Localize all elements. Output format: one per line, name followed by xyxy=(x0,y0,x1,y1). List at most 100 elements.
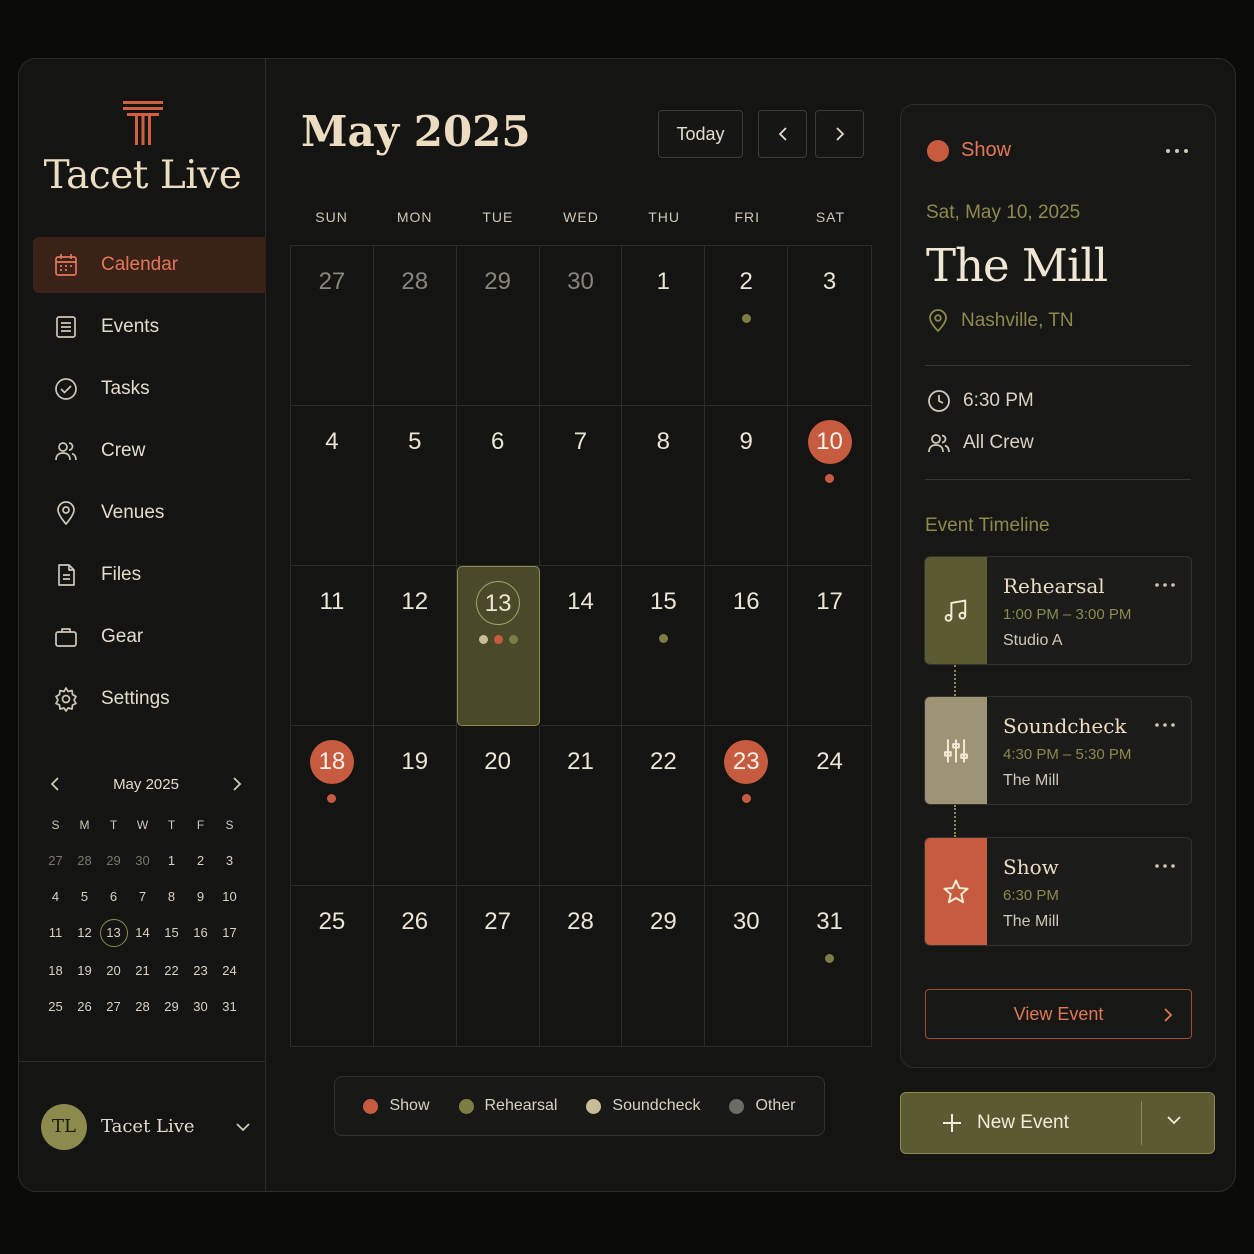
day-cell[interactable]: 8 xyxy=(622,406,706,566)
sidebar-item-settings[interactable]: Settings xyxy=(33,671,266,727)
mini-day[interactable]: 1 xyxy=(157,849,186,873)
mini-day[interactable]: 9 xyxy=(186,885,215,909)
sidebar-item-crew[interactable]: Crew xyxy=(33,423,266,479)
new-event-button[interactable]: New Event xyxy=(900,1092,1215,1154)
mini-day-today[interactable]: 13 xyxy=(99,919,128,947)
day-cell[interactable]: 26 xyxy=(374,886,457,1046)
sidebar-item-calendar[interactable]: Calendar xyxy=(33,237,266,293)
day-number: 28 xyxy=(401,268,429,295)
mini-day[interactable]: 24 xyxy=(215,959,244,983)
event-dots xyxy=(788,474,871,483)
day-cell[interactable]: 2 xyxy=(705,246,789,406)
day-cell[interactable]: 27 xyxy=(457,886,540,1046)
day-cell[interactable]: 29 xyxy=(622,886,706,1046)
day-cell[interactable]: 6 xyxy=(456,406,540,566)
day-cell[interactable]: 12 xyxy=(373,566,457,726)
day-cell[interactable]: 19 xyxy=(373,726,457,886)
day-cell[interactable]: 29 xyxy=(456,246,540,406)
day-cell[interactable]: 1 xyxy=(622,246,706,406)
day-cell[interactable]: 9 xyxy=(705,406,789,566)
mini-day[interactable]: 22 xyxy=(157,959,186,983)
timeline-card-show[interactable]: Show 6:30 PM The Mill xyxy=(924,837,1192,946)
mini-day[interactable]: 28 xyxy=(128,995,157,1019)
mini-day[interactable]: 23 xyxy=(186,959,215,983)
mini-day[interactable]: 29 xyxy=(99,849,128,873)
mini-next-month-icon[interactable] xyxy=(227,775,245,793)
mini-prev-month-icon[interactable] xyxy=(47,775,65,793)
sidebar-item-venues[interactable]: Venues xyxy=(33,485,266,541)
sidebar-item-tasks[interactable]: Tasks xyxy=(33,361,266,417)
event-detail-panel: Show Sat, May 10, 2025 The Mill Nashvill… xyxy=(900,104,1216,1068)
today-button[interactable]: Today xyxy=(658,110,743,158)
day-cell[interactable]: 28 xyxy=(373,246,457,406)
day-cell[interactable]: 21 xyxy=(539,726,623,886)
mini-day[interactable]: 12 xyxy=(70,921,99,945)
timeline-item-place: The Mill xyxy=(1003,772,1060,789)
day-cell[interactable]: 23 xyxy=(705,726,789,886)
mini-day[interactable]: 20 xyxy=(99,959,128,983)
day-cell[interactable]: 11 xyxy=(291,566,374,726)
mini-day[interactable]: 18 xyxy=(41,959,70,983)
chevron-down-icon[interactable] xyxy=(1166,1115,1182,1125)
day-cell[interactable]: 3 xyxy=(788,246,871,406)
mini-day[interactable]: 11 xyxy=(41,921,70,945)
day-cell-selected[interactable]: 13 xyxy=(456,566,540,726)
mini-day[interactable]: 10 xyxy=(215,885,244,909)
day-cell[interactable]: 14 xyxy=(539,566,623,726)
mini-day[interactable]: 30 xyxy=(128,849,157,873)
mini-day[interactable]: 30 xyxy=(186,995,215,1019)
day-cell[interactable]: 30 xyxy=(539,246,623,406)
mini-day[interactable]: 27 xyxy=(41,849,70,873)
mini-day[interactable]: 6 xyxy=(99,885,128,909)
day-cell[interactable]: 22 xyxy=(622,726,706,886)
mini-day[interactable]: 7 xyxy=(128,885,157,909)
day-cell[interactable]: 27 xyxy=(291,246,374,406)
day-cell[interactable]: 10 xyxy=(788,406,871,566)
next-month-button[interactable] xyxy=(815,110,864,158)
day-cell[interactable]: 4 xyxy=(291,406,374,566)
day-cell[interactable]: 25 xyxy=(291,886,374,1046)
mini-day[interactable]: 29 xyxy=(157,995,186,1019)
view-event-button[interactable]: View Event xyxy=(925,989,1192,1039)
day-cell[interactable]: 16 xyxy=(705,566,789,726)
user-menu[interactable]: TL Tacet Live xyxy=(19,1061,266,1191)
day-cell[interactable]: 30 xyxy=(705,886,789,1046)
sidebar-item-events[interactable]: Events xyxy=(33,299,266,355)
day-cell[interactable]: 31 xyxy=(788,886,871,1046)
day-cell[interactable]: 24 xyxy=(788,726,871,886)
more-options-icon[interactable] xyxy=(1153,858,1177,874)
mini-day[interactable]: 26 xyxy=(70,995,99,1019)
more-options-icon[interactable] xyxy=(1163,141,1191,161)
mini-day[interactable]: 14 xyxy=(128,921,157,945)
mini-day[interactable]: 4 xyxy=(41,885,70,909)
day-cell[interactable]: 20 xyxy=(456,726,540,886)
day-cell[interactable]: 15 xyxy=(622,566,706,726)
mini-day[interactable]: 27 xyxy=(99,995,128,1019)
mini-day[interactable]: 3 xyxy=(215,849,244,873)
more-options-icon[interactable] xyxy=(1153,577,1177,593)
timeline-card-rehearsal[interactable]: Rehearsal 1:00 PM – 3:00 PM Studio A xyxy=(924,556,1192,665)
mini-day[interactable]: 19 xyxy=(70,959,99,983)
mini-day[interactable]: 16 xyxy=(186,921,215,945)
mini-day[interactable]: 21 xyxy=(128,959,157,983)
mini-day[interactable]: 28 xyxy=(70,849,99,873)
day-cell[interactable]: 5 xyxy=(373,406,457,566)
prev-month-button[interactable] xyxy=(758,110,807,158)
brand-logo[interactable]: Tacet Live xyxy=(19,99,266,198)
sidebar-item-files[interactable]: Files xyxy=(33,547,266,603)
mini-day[interactable]: 25 xyxy=(41,995,70,1019)
sidebar-item-gear[interactable]: Gear xyxy=(33,609,266,665)
mini-day[interactable]: 15 xyxy=(157,921,186,945)
day-cell[interactable]: 28 xyxy=(540,886,623,1046)
mini-day[interactable]: 2 xyxy=(186,849,215,873)
day-cell[interactable]: 7 xyxy=(539,406,623,566)
mini-day[interactable]: 31 xyxy=(215,995,244,1019)
day-number: 2 xyxy=(739,268,753,295)
timeline-card-soundcheck[interactable]: Soundcheck 4:30 PM – 5:30 PM The Mill xyxy=(924,696,1192,805)
day-cell[interactable]: 17 xyxy=(788,566,871,726)
mini-day[interactable]: 17 xyxy=(215,921,244,945)
mini-day[interactable]: 5 xyxy=(70,885,99,909)
day-cell[interactable]: 18 xyxy=(291,726,374,886)
mini-day[interactable]: 8 xyxy=(157,885,186,909)
more-options-icon[interactable] xyxy=(1153,717,1177,733)
